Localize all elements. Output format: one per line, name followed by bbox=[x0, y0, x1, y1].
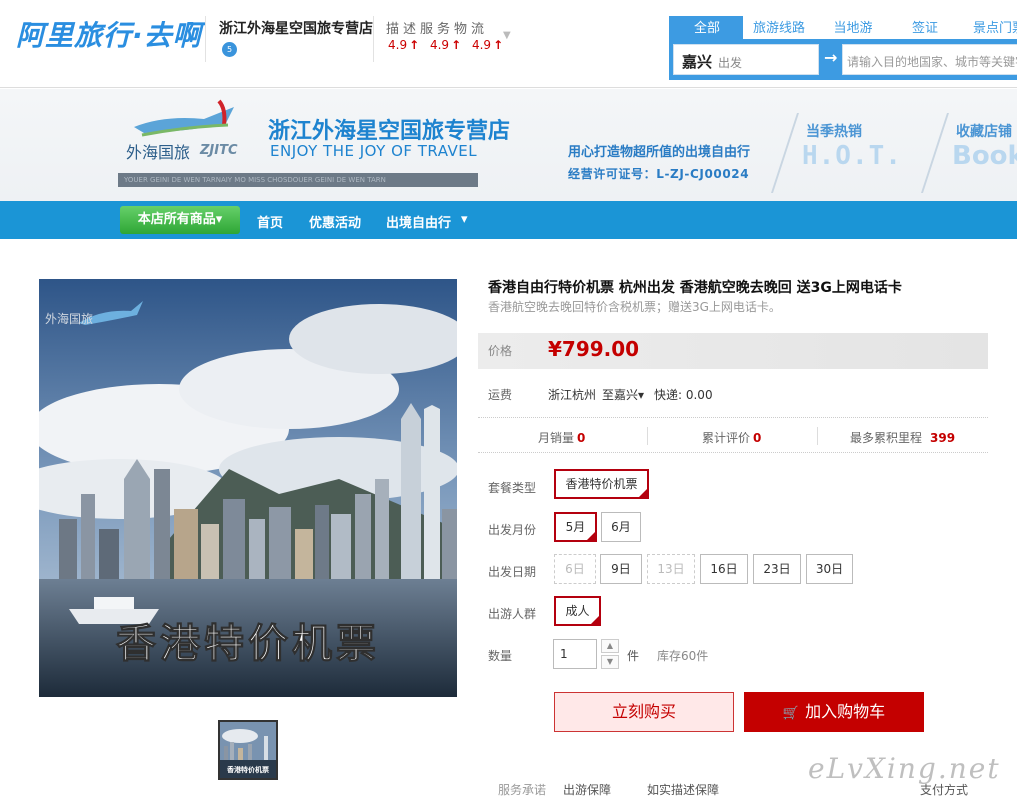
departure-date-label: 出发日期 bbox=[488, 565, 537, 579]
shipping-origin: 浙江杭州 bbox=[548, 388, 597, 402]
date-option: 13日 bbox=[647, 554, 695, 584]
rating-scores: 4.9 ↑ 4.9 ↑ 4.9 ↑ bbox=[388, 38, 510, 52]
rating-service-score: 4.9 bbox=[429, 38, 450, 52]
stat-monthly-sales: 月销量 0 bbox=[538, 431, 586, 445]
stat-total-reviews[interactable]: 累计评价 0 bbox=[702, 429, 761, 446]
site-logo[interactable]: 阿里旅行·去啊 bbox=[16, 14, 202, 54]
search-tab-routes[interactable]: 旅游线路 bbox=[745, 16, 813, 40]
bookmark-graphic: Book bbox=[952, 141, 1017, 171]
date-option[interactable]: 23日 bbox=[753, 554, 801, 584]
product-thumbnail[interactable]: 香港特价机票 bbox=[218, 720, 278, 780]
divider bbox=[817, 427, 818, 445]
month-option[interactable]: 6月 bbox=[601, 512, 641, 542]
thumbnail-image: 香港特价机票 bbox=[220, 722, 276, 778]
service-promise-item[interactable]: 出游保障 bbox=[563, 781, 611, 798]
all-products-button[interactable]: 本店所有商品▾ bbox=[120, 206, 240, 234]
nav-more-chevron-icon[interactable]: ▾ bbox=[461, 212, 468, 227]
stat-mileage: 最多累积里程 399 bbox=[850, 431, 956, 445]
image-title-text: 香港特价机票 bbox=[116, 621, 380, 667]
banner-strip: YOUER GEINI DE WEN TARNAIY MO MISS CHOSD… bbox=[118, 173, 478, 187]
top-bar: 阿里旅行·去啊 浙江外海星空国旅专营店 5 描述服务物流 4.9 ↑ 4.9 ↑ 4… bbox=[0, 0, 1017, 88]
add-to-cart-button[interactable]: 🛒 加入购物车 bbox=[744, 692, 924, 732]
product-title: 香港自由行特价机票 杭州出发 香港航空晚去晚回 送3G上网电话卡 bbox=[488, 280, 902, 296]
thumbnail-text: 香港特价机票 bbox=[226, 765, 269, 774]
trend-up-icon: ↑ bbox=[451, 38, 462, 52]
service-promise-label: 服务承诺 bbox=[498, 783, 547, 797]
search-tab-local[interactable]: 当地游 bbox=[821, 16, 885, 40]
quantity-unit: 件 bbox=[627, 649, 640, 663]
hong-kong-skyline-image: 外海国旅 香港特价机票 bbox=[39, 279, 457, 697]
divider bbox=[647, 427, 648, 445]
nav-outbound-travel[interactable]: 出境自由行 bbox=[386, 212, 451, 231]
search-tabs: 全部 旅游线路 当地游 签证 景点门票 bbox=[671, 16, 1017, 40]
search-tab-visa[interactable]: 签证 bbox=[895, 16, 955, 40]
search-tab-all[interactable]: 全部 bbox=[671, 16, 743, 40]
departure-city-field[interactable]: 嘉兴 出发 bbox=[673, 44, 819, 75]
price-box: 价格 ¥799.00 bbox=[478, 333, 988, 369]
nav-home[interactable]: 首页 bbox=[257, 212, 283, 231]
quantity-increase-icon[interactable]: ▲ bbox=[601, 639, 619, 653]
price-value: ¥799.00 bbox=[548, 337, 640, 361]
package-option[interactable]: 香港特价机票 bbox=[554, 469, 649, 499]
trend-up-icon: ↑ bbox=[409, 38, 420, 52]
banner-logo-zh: 外海国旅 bbox=[126, 143, 191, 162]
date-option: 6日 bbox=[554, 554, 596, 584]
banner-tagline: ENJOY THE JOY OF TRAVEL bbox=[270, 142, 478, 160]
product-subtitle: 香港航空晚去晚回特价含税机票；赠送3G上网电话卡。 bbox=[488, 300, 781, 314]
banner-logo-en: ZJITC bbox=[200, 143, 238, 158]
month-option[interactable]: 5月 bbox=[554, 512, 597, 542]
service-promise-item[interactable]: 如实描述保障 bbox=[647, 781, 719, 798]
search-panel: 全部 旅游线路 当地游 签证 景点门票 嘉兴 出发 → 请输入目的地国家、城市等… bbox=[669, 16, 1017, 80]
shop-nav: 本店所有商品▾ 首页 优惠活动 出境自由行 ▾ bbox=[0, 201, 1017, 239]
destination-input[interactable]: 请输入目的地国家、城市等关键字 bbox=[842, 44, 1017, 75]
shipping-destination-dropdown[interactable]: 至嘉兴▾ bbox=[602, 386, 644, 403]
rating-header: 描述服务物流 bbox=[386, 22, 489, 37]
traveler-type-label: 出游人群 bbox=[488, 607, 537, 621]
sales-stats: 月销量 0 累计评价 0 最多累积里程 399 bbox=[478, 417, 988, 453]
buy-now-button[interactable]: 立刻购买 bbox=[554, 692, 734, 732]
image-logo-text: 外海国旅 bbox=[45, 311, 93, 326]
bookmark-shop-link[interactable]: 收藏店铺 bbox=[956, 121, 1012, 141]
divider bbox=[771, 113, 799, 193]
divider bbox=[373, 16, 374, 62]
product-main-image[interactable]: 外海国旅 香港特价机票 bbox=[39, 279, 457, 697]
business-license: 经营许可证号：L-ZJ-CJ00024 bbox=[568, 167, 750, 181]
quantity-input[interactable]: 1 bbox=[553, 639, 597, 669]
hot-sale-graphic: H.O.T. bbox=[802, 141, 902, 171]
quantity-decrease-icon[interactable]: ▼ bbox=[601, 655, 619, 669]
search-tab-tickets[interactable]: 景点门票 bbox=[965, 16, 1017, 40]
rating-description-score: 4.9 bbox=[388, 38, 408, 52]
banner-shop-title: 浙江外海星空国旅专营店 bbox=[268, 119, 511, 144]
divider bbox=[921, 113, 949, 193]
banner-slogan: 用心打造物超所值的出境自由行 bbox=[568, 145, 751, 160]
shipping-fee: 快递: 0.00 bbox=[654, 388, 713, 402]
shipping-label: 运费 bbox=[488, 388, 513, 402]
departure-label: 出发 bbox=[718, 56, 743, 70]
rating-logistics-score: 4.9 bbox=[471, 38, 492, 52]
departure-city: 嘉兴 bbox=[682, 53, 713, 71]
shop-banner: 外海国旅 ZJITC 浙江外海星空国旅专营店 ENJOY THE JOY OF … bbox=[0, 89, 1017, 201]
shop-level-badge-icon: 5 bbox=[222, 42, 237, 57]
date-option[interactable]: 16日 bbox=[700, 554, 748, 584]
divider bbox=[205, 16, 206, 62]
hot-sale-link[interactable]: 当季热销 bbox=[806, 121, 862, 141]
trend-up-icon: ↑ bbox=[493, 38, 504, 52]
chevron-down-icon[interactable]: ▼ bbox=[503, 30, 511, 41]
date-option[interactable]: 9日 bbox=[600, 554, 642, 584]
stock-count: 库存60件 bbox=[657, 649, 709, 663]
price-label: 价格 bbox=[488, 344, 513, 358]
watermark: eLvXing.net bbox=[808, 752, 1001, 785]
package-type-label: 套餐类型 bbox=[488, 481, 537, 495]
arrow-right-icon: → bbox=[824, 48, 838, 67]
traveler-option[interactable]: 成人 bbox=[554, 596, 601, 626]
quantity-label: 数量 bbox=[488, 649, 513, 663]
add-to-cart-label: 加入购物车 bbox=[805, 702, 886, 721]
departure-month-label: 出发月份 bbox=[488, 523, 537, 537]
cart-icon: 🛒 bbox=[782, 706, 800, 721]
nav-promotions[interactable]: 优惠活动 bbox=[309, 212, 361, 231]
shop-name-link[interactable]: 浙江外海星空国旅专营店 bbox=[219, 18, 373, 38]
date-option[interactable]: 30日 bbox=[806, 554, 853, 584]
